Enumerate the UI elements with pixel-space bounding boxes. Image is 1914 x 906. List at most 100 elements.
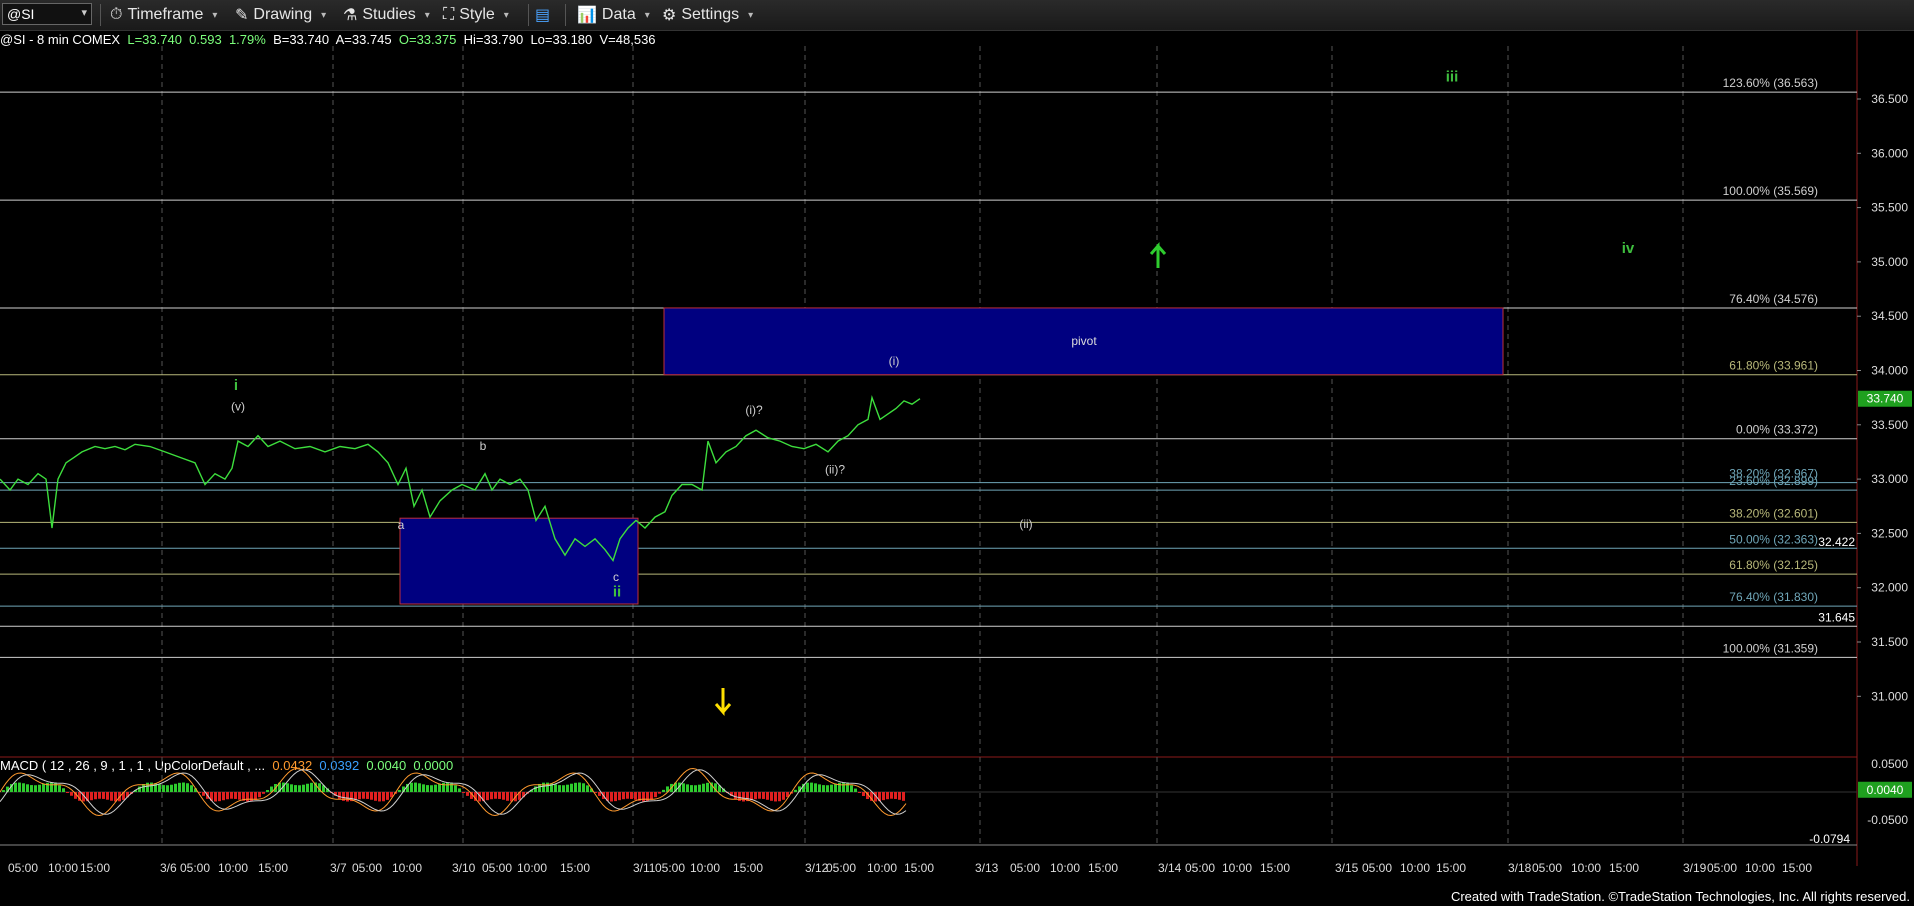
time-axis-label: 10:00	[392, 861, 422, 875]
price-tick-label: 33.000	[1871, 472, 1908, 486]
macd-histogram-bar	[462, 792, 465, 793]
macd-histogram-bar	[694, 785, 697, 792]
time-axis-label: 3/18	[1508, 861, 1532, 875]
time-axis-label: 05:00	[1707, 861, 1737, 875]
macd-histogram-bar	[778, 792, 781, 802]
macd-histogram-bar	[182, 782, 185, 792]
macd-histogram-bar	[706, 782, 709, 792]
macd-histogram-bar	[490, 792, 493, 800]
macd-histogram-bar	[310, 782, 313, 792]
toolbar-divider	[565, 4, 566, 26]
macd-histogram-bar	[90, 792, 93, 801]
time-axis-label: 3/11	[633, 861, 656, 875]
time-axis-label: 10:00	[1050, 861, 1080, 875]
macd-histogram-bar	[218, 792, 221, 802]
macd-histogram-bar	[630, 792, 633, 799]
macd-histogram-bar	[634, 792, 637, 800]
macd-histogram-bar	[454, 785, 457, 792]
macd-histogram-bar	[502, 792, 505, 800]
timeframe-label: Timeframe	[127, 6, 204, 23]
macd-histogram-bar	[98, 792, 101, 799]
down-arrow-icon	[714, 688, 732, 716]
macd-histogram-bar	[346, 792, 349, 802]
wave-label: a	[398, 518, 405, 532]
symbol-input[interactable]: @SI ▾	[2, 3, 92, 25]
macd-histogram-bar	[170, 784, 173, 792]
flask-icon: ⚗	[343, 7, 358, 24]
macd-histogram-bar	[230, 792, 233, 799]
chevron-down-icon[interactable]: ▾	[81, 6, 87, 19]
macd-histogram-bar	[438, 783, 441, 792]
macd-histogram-bar	[338, 792, 341, 799]
macd-histogram-bar	[506, 792, 509, 801]
drawing-label: Drawing	[253, 6, 313, 23]
macd-histogram-bar	[386, 792, 389, 800]
macd-histogram-bar	[58, 785, 61, 792]
macd-histogram-bar	[886, 792, 889, 800]
macd-histogram-bar	[898, 792, 901, 800]
price-tick-label: 32.500	[1871, 526, 1908, 540]
macd-tick-label: 0.0500	[1871, 757, 1908, 771]
time-axis-label: 3/6	[160, 861, 177, 875]
time-axis-label: 05:00	[180, 861, 210, 875]
macd-histogram-bar	[222, 792, 225, 801]
settings-menu[interactable]: ⚙ Settings ▾	[662, 5, 753, 25]
macd-histogram-bar	[290, 784, 293, 792]
macd-histogram-bar	[246, 792, 249, 802]
macd-histogram-bar	[626, 792, 629, 799]
macd-histogram-bar	[642, 792, 645, 802]
macd-histogram-bar	[174, 783, 177, 792]
macd-histogram-bar	[566, 784, 569, 792]
time-axis-label: 15:00	[1088, 861, 1118, 875]
macd-histogram-bar	[646, 792, 649, 802]
macd-histogram-bar	[254, 792, 257, 800]
wave-label: c	[613, 570, 619, 584]
macd-histogram-bar	[794, 789, 797, 792]
price-tick-label: 34.500	[1871, 309, 1908, 323]
time-axis-label: 15:00	[1782, 861, 1812, 875]
data-menu[interactable]: 📊 Data ▾	[577, 5, 650, 25]
macd-histogram-bar	[398, 789, 401, 792]
time-axis-label: 3/19	[1683, 861, 1707, 875]
time-axis-label: 10:00	[1745, 861, 1775, 875]
time-axis-label: 10:00	[1400, 861, 1430, 875]
timeframe-menu[interactable]: ⏱ Timeframe ▾	[110, 5, 217, 25]
time-axis-label: 10:00	[517, 861, 547, 875]
time-axis-label: 05:00	[1185, 861, 1215, 875]
drawing-menu[interactable]: ✎ Drawing ▾	[235, 5, 326, 25]
macd-histogram-bar	[250, 792, 253, 802]
macd-histogram-bar	[362, 792, 365, 799]
macd-histogram-bar	[850, 785, 853, 792]
macd-histogram-bar	[498, 792, 501, 799]
macd-histogram-bar	[494, 792, 497, 799]
fib-label: 100.00% (31.359)	[1723, 641, 1818, 655]
wave-label: i	[234, 377, 238, 394]
macd-histogram-bar	[830, 784, 833, 792]
time-axis-label: 05:00	[352, 861, 382, 875]
macd-histogram-bar	[14, 782, 17, 792]
macd-histogram-bar	[902, 792, 905, 801]
studies-menu[interactable]: ⚗ Studies ▾	[343, 5, 430, 25]
style-menu[interactable]: ⛶ Style ▾	[443, 5, 509, 25]
toolbar-divider	[100, 4, 101, 26]
wave-label: ii	[613, 583, 621, 600]
macd-histogram-bar	[146, 782, 149, 792]
macd-histogram-bar	[814, 783, 817, 792]
fib-label: 76.40% (31.830)	[1729, 590, 1818, 604]
macd-histogram-bar	[162, 785, 165, 792]
price-chart[interactable]: 123.60% (36.563) 100.00% (35.569) 76.40% (…	[0, 30, 1914, 906]
last-price-tag-label: 33.740	[1867, 392, 1904, 406]
layout-icon[interactable]: ▤	[535, 5, 550, 25]
fib-label: 50.00% (32.363)	[1729, 532, 1818, 546]
macd-histogram-bar	[62, 788, 65, 792]
macd-histogram-bar	[834, 783, 837, 792]
macd-histogram-bar	[574, 782, 577, 792]
time-axis-label: 3/15	[1335, 861, 1359, 875]
time-axis-label: 15:00	[733, 861, 763, 875]
chevron-down-icon: ▾	[212, 9, 218, 21]
gear-icon: ⚙	[662, 7, 677, 24]
macd-histogram-bar	[466, 792, 469, 796]
toolbar: @SI ▾ ⏱ Timeframe ▾ ✎ Drawing ▾ ⚗ Studie…	[0, 0, 1914, 31]
toolbar-divider	[528, 4, 529, 26]
macd-histogram-bar	[774, 792, 777, 802]
